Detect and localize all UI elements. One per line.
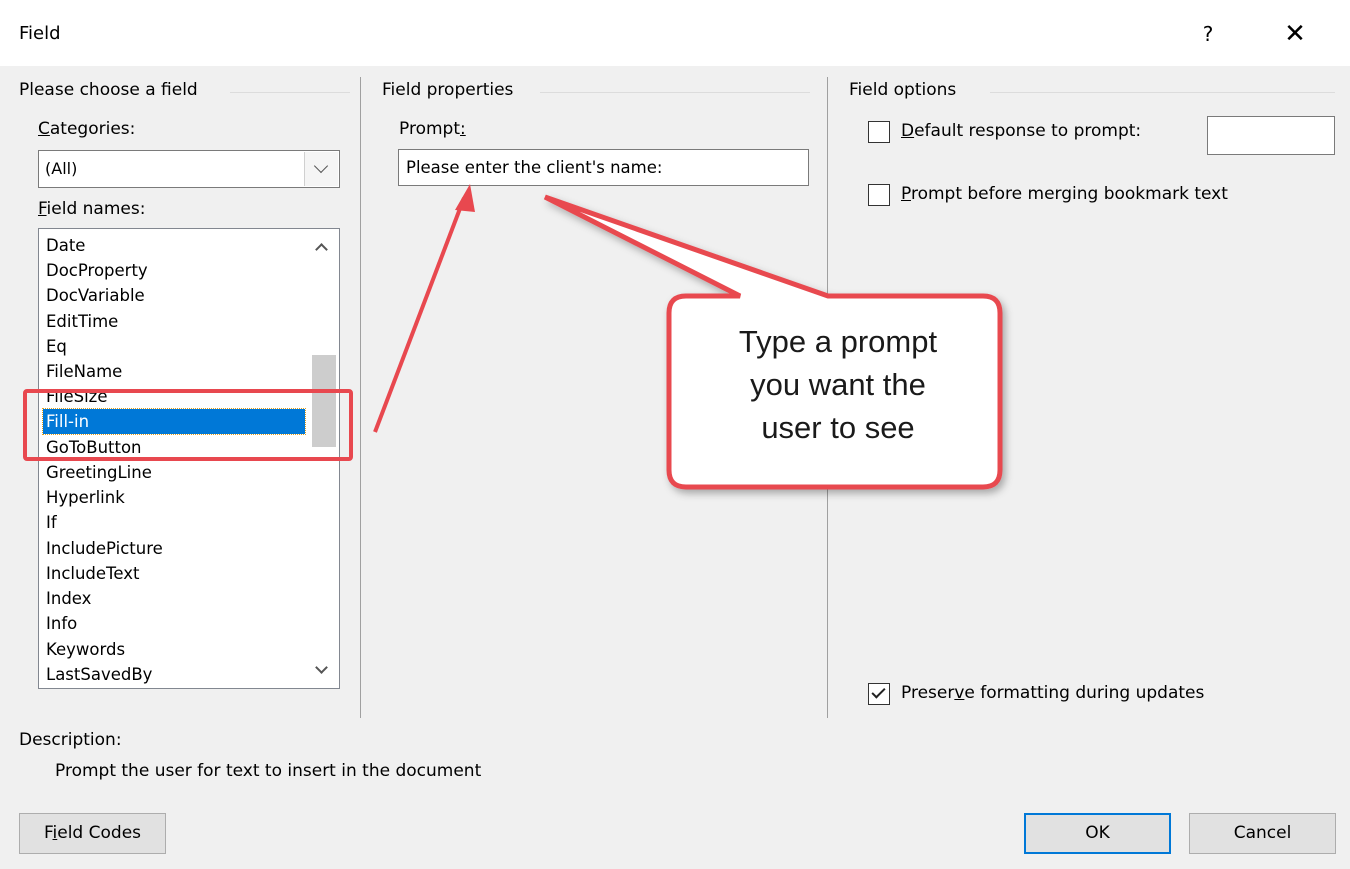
- dialog-title: Field: [19, 23, 61, 44]
- scroll-up-icon[interactable]: [315, 243, 328, 256]
- categories-value: (All): [45, 159, 78, 178]
- preserve-formatting-label-b: e formatting during updates: [964, 683, 1205, 703]
- list-item[interactable]: Index: [43, 586, 305, 611]
- default-response-checkbox[interactable]: [868, 121, 890, 143]
- callout-text: Type a prompt you want the user to see: [694, 320, 982, 449]
- list-item[interactable]: FileName: [43, 359, 305, 384]
- scroll-thumb[interactable]: [312, 355, 336, 447]
- field-codes-button[interactable]: Field Codes: [19, 813, 166, 854]
- title-bar: Field ? ✕: [0, 0, 1350, 66]
- prompt-before-merging-label-rest: rompt before merging bookmark text: [910, 184, 1228, 204]
- prompt-input[interactable]: Please enter the client's name:: [398, 149, 809, 186]
- categories-dropdown[interactable]: (All): [38, 150, 340, 188]
- field-names-list[interactable]: Date DocProperty DocVariable EditTime Eq…: [38, 228, 340, 689]
- field-names-label-rest: ield names:: [46, 199, 146, 219]
- dropdown-button[interactable]: [304, 152, 338, 186]
- field-codes-label: Field Codes: [43, 823, 142, 843]
- list-item[interactable]: Info: [43, 611, 305, 636]
- arrow-head: [455, 184, 475, 212]
- help-icon: ?: [1202, 22, 1214, 46]
- list-item[interactable]: IncludePicture: [43, 536, 305, 561]
- prompt-before-merging-checkbox[interactable]: [868, 184, 890, 206]
- categories-label: Categories:: [38, 119, 136, 139]
- prompt-label-text: Prompt: [399, 119, 460, 139]
- list-item[interactable]: Eq: [43, 334, 305, 359]
- callout-line: you want the: [750, 367, 926, 402]
- list-item[interactable]: If: [43, 510, 305, 535]
- default-response-label-rest: efault response to prompt:: [914, 121, 1142, 141]
- close-button[interactable]: ✕: [1270, 16, 1320, 52]
- list-item[interactable]: Hyperlink: [43, 485, 305, 510]
- preserve-formatting-label: Preserve formatting during updates: [901, 683, 1205, 703]
- list-item[interactable]: Date: [43, 233, 305, 258]
- scroll-down-icon[interactable]: [315, 661, 328, 674]
- left-group-title: Please choose a field: [19, 80, 208, 100]
- checkmark-icon: [871, 684, 886, 699]
- default-response-input[interactable]: [1207, 116, 1335, 155]
- callout-line: user to see: [761, 410, 915, 445]
- group-line-middle: [540, 92, 810, 93]
- list-item[interactable]: Keywords: [43, 637, 305, 662]
- prompt-label: Prompt:: [399, 119, 466, 139]
- help-button[interactable]: ?: [1183, 16, 1233, 52]
- group-line-right: [990, 92, 1335, 93]
- preserve-formatting-label-a: Preser: [901, 683, 955, 703]
- chevron-down-icon: [313, 158, 329, 174]
- cancel-button[interactable]: Cancel: [1189, 813, 1336, 854]
- list-item[interactable]: GoToButton: [43, 435, 305, 460]
- list-item[interactable]: EditTime: [43, 309, 305, 334]
- callout-line: Type a prompt: [738, 324, 938, 359]
- description-text: Prompt the user for text to insert in th…: [55, 761, 482, 781]
- arrow-line: [373, 197, 466, 433]
- list-item[interactable]: DocVariable: [43, 283, 305, 308]
- list-item[interactable]: LastSavedBy: [43, 662, 305, 687]
- list-item[interactable]: FileSize: [43, 384, 305, 409]
- list-item[interactable]: IncludeText: [43, 561, 305, 586]
- categories-label-rest: ategories:: [49, 119, 136, 139]
- separator-left: [360, 77, 361, 718]
- prompt-before-merging-label: Prompt before merging bookmark text: [901, 184, 1228, 204]
- middle-group-title: Field properties: [382, 80, 524, 100]
- group-line-left: [230, 92, 350, 93]
- ok-button[interactable]: OK: [1024, 813, 1171, 854]
- description-label: Description:: [19, 730, 122, 750]
- list-item[interactable]: DocProperty: [43, 258, 305, 283]
- right-group-title: Field options: [849, 80, 967, 100]
- list-item[interactable]: GreetingLine: [43, 460, 305, 485]
- default-response-label: Default response to prompt:: [901, 121, 1142, 141]
- preserve-formatting-checkbox[interactable]: [868, 683, 890, 705]
- list-item-selected[interactable]: Fill-in: [42, 408, 306, 435]
- close-icon: ✕: [1284, 19, 1306, 49]
- field-names-label: Field names:: [38, 199, 146, 219]
- list-scrollbar[interactable]: [306, 229, 339, 688]
